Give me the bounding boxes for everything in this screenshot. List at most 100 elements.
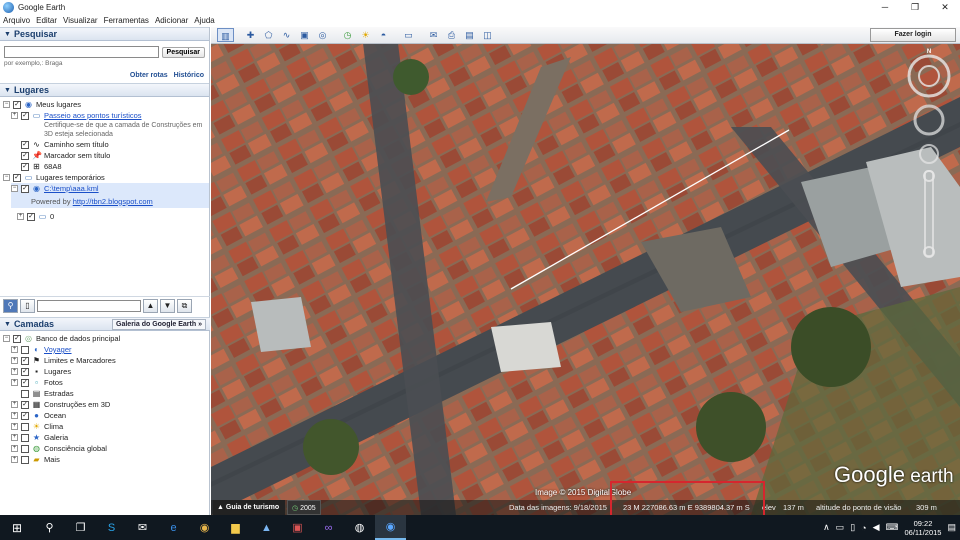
tray-chevron-icon[interactable]: ∧ <box>823 522 830 533</box>
get-directions-link[interactable]: Obter rotas <box>130 72 168 79</box>
checkbox[interactable] <box>21 455 29 464</box>
checkbox[interactable]: ✓ <box>21 111 29 120</box>
tree-row-my-places[interactable]: − ✓ ◉ Meus lugares <box>3 99 209 110</box>
layer-3d-buildings[interactable]: + ✓ ▦ Construções em 3D <box>3 399 210 410</box>
search-places-icon[interactable]: ⚲ <box>3 298 18 313</box>
places-panel-header[interactable]: ▼ Lugares <box>0 83 209 97</box>
checkbox[interactable]: ✓ <box>27 212 35 221</box>
layer-voyager[interactable]: + ◐ Voyager <box>3 344 210 355</box>
historical-imagery-icon[interactable]: ◷ <box>339 28 356 42</box>
tray-keyboard-icon[interactable]: ⌨ <box>886 522 899 533</box>
map-view[interactable] <box>211 27 960 515</box>
layer-more[interactable]: + ▰ Mais <box>3 454 210 465</box>
tour-guide-tab[interactable]: ▲ Guia de turismo <box>213 500 286 515</box>
layer-main-db[interactable]: − ✓ ◎ Banco de dados principal <box>3 333 210 344</box>
layer-places[interactable]: + ✓ ▪ Lugares <box>3 366 210 377</box>
minimize-button[interactable]: ─ <box>870 0 900 14</box>
task-view-icon[interactable]: ❐ <box>65 515 96 540</box>
collapse-icon[interactable]: − <box>11 185 18 192</box>
menu-visualizar[interactable]: Visualizar <box>60 16 101 25</box>
tray-volume-icon[interactable]: ◀ <box>873 522 880 533</box>
expand-icon[interactable]: + <box>11 456 18 463</box>
sign-in-button[interactable]: Fazer login <box>870 28 956 42</box>
tray-battery-icon[interactable]: ▯ <box>850 522 855 533</box>
panel-toggle-icon[interactable]: ▯ <box>20 298 35 313</box>
tree-row-zero[interactable]: + ✓ ▭ 0 <box>3 211 209 222</box>
sunlight-icon[interactable]: ☀ <box>357 28 374 42</box>
record-tour-icon[interactable]: ◎ <box>314 28 331 42</box>
ruler-icon[interactable]: ▭ <box>400 28 417 42</box>
checkbox[interactable]: ✓ <box>21 356 29 365</box>
expand-icon[interactable]: + <box>11 346 18 353</box>
layer-ocean[interactable]: + ✓ ● Ocean <box>3 410 210 421</box>
checkbox[interactable]: ✓ <box>21 378 29 387</box>
compass-ring-icon[interactable] <box>907 54 951 98</box>
mail-icon[interactable]: ✉ <box>127 515 158 540</box>
pegman-icon[interactable] <box>919 144 939 164</box>
notifications-icon[interactable]: ▤ <box>947 522 956 533</box>
expand-icon[interactable]: + <box>11 412 18 419</box>
checkbox[interactable] <box>21 345 29 354</box>
powered-by-link[interactable]: http://tbn2.blogspot.com <box>73 197 153 206</box>
collapse-icon[interactable]: − <box>3 174 10 181</box>
tray-monitor-icon[interactable]: ▭ <box>836 522 845 533</box>
layer-weather[interactable]: + ☀ Clima <box>3 421 210 432</box>
collapse-icon[interactable]: − <box>3 101 10 108</box>
menu-ajuda[interactable]: Ajuda <box>191 16 217 25</box>
arrow-up-icon[interactable]: ▲ <box>143 298 158 313</box>
google-earth-taskbar-icon[interactable]: ◉ <box>375 515 406 540</box>
expand-icon[interactable]: + <box>11 112 18 119</box>
add-path-icon[interactable]: ∿ <box>278 28 295 42</box>
checkbox[interactable]: ✓ <box>13 173 21 182</box>
layer-gallery[interactable]: + ★ Galeria <box>3 432 210 443</box>
checkbox[interactable]: ✓ <box>21 400 29 409</box>
tree-row-68a8[interactable]: ✓ ⊞ 68A8 <box>3 161 209 172</box>
expand-icon[interactable]: + <box>11 368 18 375</box>
expand-icon[interactable]: + <box>17 213 24 220</box>
open-folder-icon[interactable]: ⧉ <box>177 298 192 313</box>
image-overlay-icon[interactable]: ▣ <box>296 28 313 42</box>
look-joystick-icon[interactable] <box>913 104 945 136</box>
app-red-icon[interactable]: ▣ <box>282 515 313 540</box>
expand-icon[interactable]: + <box>11 434 18 441</box>
switch-planet-icon[interactable]: ◓ <box>375 28 392 42</box>
menu-ferramentas[interactable]: Ferramentas <box>101 16 152 25</box>
zoom-slider[interactable] <box>924 170 934 257</box>
expand-icon[interactable]: + <box>11 423 18 430</box>
search-panel-header[interactable]: ▼ Pesquisar <box>0 27 209 41</box>
windows-start-icon[interactable]: ⊞ <box>0 515 34 540</box>
app-globe-tools-icon[interactable]: ◍ <box>344 515 375 540</box>
save-image-icon[interactable]: ▤ <box>461 28 478 42</box>
tree-row-marker[interactable]: ✓ 📌 Marcador sem título <box>3 150 209 161</box>
layer-global-awareness[interactable]: + ◍ Consciência global <box>3 443 210 454</box>
checkbox[interactable]: ✓ <box>13 334 21 343</box>
close-button[interactable]: ✕ <box>930 0 960 14</box>
checkbox[interactable]: ✓ <box>21 140 29 149</box>
expand-icon[interactable]: + <box>11 379 18 386</box>
app-infinity-icon[interactable]: ∞ <box>313 515 344 540</box>
app-triangle-icon[interactable]: ▲ <box>251 515 282 540</box>
print-icon[interactable]: ⎙ <box>443 28 460 42</box>
tree-row-path[interactable]: ✓ ∿ Caminho sem título <box>3 139 209 150</box>
tree-row-kml-selected[interactable]: − ✓ ◉ C:\temp\aaa.kml Powered by http://tbn… <box>11 183 209 208</box>
satellite-imagery[interactable] <box>211 27 960 515</box>
checkbox[interactable] <box>21 444 29 453</box>
checkbox[interactable]: ✓ <box>21 162 29 171</box>
layer-roads[interactable]: ▤ Estradas <box>3 388 210 399</box>
layer-photos[interactable]: + ✓ ▫ Fotos <box>3 377 210 388</box>
checkbox[interactable]: ✓ <box>21 367 29 376</box>
email-icon[interactable]: ✉ <box>425 28 442 42</box>
expand-icon[interactable]: + <box>11 357 18 364</box>
tray-network-icon[interactable]: ◔ <box>861 523 866 533</box>
taskbar-clock[interactable]: 09:22 06/11/2015 <box>905 519 942 537</box>
tree-row-temp[interactable]: − ✓ ▭ Lugares temporários <box>3 172 209 183</box>
maps-view-icon[interactable]: ◫ <box>479 28 496 42</box>
skype-icon[interactable]: S <box>96 515 127 540</box>
history-link[interactable]: Histórico <box>174 72 204 79</box>
expand-icon[interactable]: + <box>11 445 18 452</box>
sidebar-toggle-icon[interactable]: ▥ <box>217 28 234 42</box>
menu-editar[interactable]: Editar <box>33 16 60 25</box>
checkbox[interactable]: ✓ <box>13 100 21 109</box>
search-input[interactable] <box>4 46 159 58</box>
layer-borders[interactable]: + ✓ ⚑ Limites e Marcadores <box>3 355 210 366</box>
